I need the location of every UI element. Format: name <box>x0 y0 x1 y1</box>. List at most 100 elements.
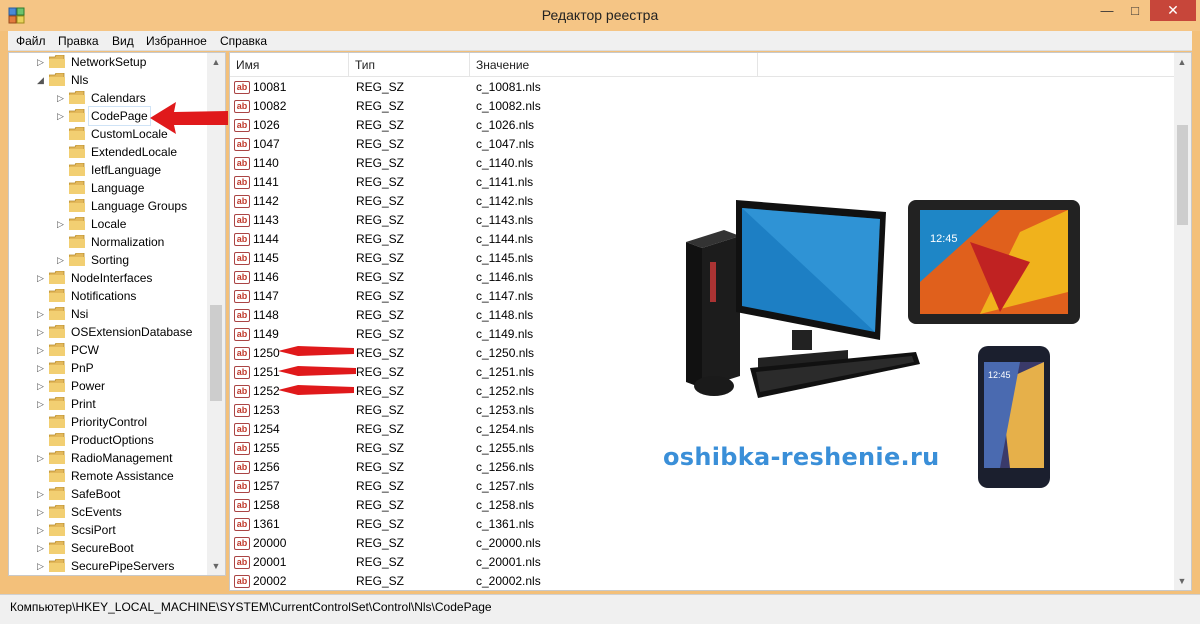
menu-file[interactable]: Файл <box>16 34 46 48</box>
cell-type: REG_SZ <box>356 403 405 417</box>
table-row[interactable]: ab 10082 REG_SZ c_10082.nls <box>230 97 1174 116</box>
table-row[interactable]: ab 1047 REG_SZ c_1047.nls <box>230 135 1174 154</box>
string-value-icon: ab <box>234 480 250 493</box>
tree-expander-icon[interactable]: ▷ <box>57 89 67 107</box>
scroll-up-arrow-icon[interactable]: ▲ <box>208 54 224 70</box>
scroll-up-arrow-icon[interactable]: ▲ <box>1174 54 1190 70</box>
tree-item[interactable]: ▷ NetworkSetup <box>37 53 205 71</box>
maximize-button[interactable]: □ <box>1122 0 1148 21</box>
table-row[interactable]: ab 1361 REG_SZ c_1361.nls <box>230 515 1174 534</box>
tree-expander-icon[interactable]: ▷ <box>37 323 47 341</box>
tree-item[interactable]: ▷ Power <box>37 377 205 395</box>
table-row[interactable]: ab 20001 REG_SZ c_20001.nls <box>230 553 1174 572</box>
folder-icon <box>69 235 85 248</box>
table-row[interactable]: ab 1140 REG_SZ c_1140.nls <box>230 154 1174 173</box>
tree-item-label: SecurePipeServers <box>71 559 175 573</box>
menu-view[interactable]: Вид <box>112 34 134 48</box>
table-row[interactable]: ab 1026 REG_SZ c_1026.nls <box>230 116 1174 135</box>
tree-item[interactable]: ▷ Nsi <box>37 305 205 323</box>
tree-item[interactable]: ▷ OSExtensionDatabase <box>37 323 205 341</box>
folder-icon <box>49 415 65 428</box>
list-scroll-thumb[interactable] <box>1177 125 1188 225</box>
tree-item[interactable]: Normalization <box>57 233 205 251</box>
tree-item[interactable]: ▷ PCW <box>37 341 205 359</box>
table-row[interactable]: ab 20000 REG_SZ c_20000.nls <box>230 534 1174 553</box>
tree-item-label: Notifications <box>71 289 137 303</box>
cell-type: REG_SZ <box>356 498 405 512</box>
table-row[interactable]: ab 1258 REG_SZ c_1258.nls <box>230 496 1174 515</box>
tree-expander-icon[interactable]: ▷ <box>37 395 47 413</box>
tree-expander-icon[interactable]: ▷ <box>37 377 47 395</box>
table-row[interactable]: ab 20002 REG_SZ c_20002.nls <box>230 572 1174 590</box>
tree-expander-icon[interactable]: ▷ <box>37 503 47 521</box>
tree-item[interactable]: ▷ Print <box>37 395 205 413</box>
string-value-icon: ab <box>234 404 250 417</box>
tree-item[interactable]: ProductOptions <box>37 431 205 449</box>
tree-item[interactable]: ▷ PnP <box>37 359 205 377</box>
string-value-icon: ab <box>234 537 250 550</box>
minimize-button[interactable]: — <box>1094 0 1120 21</box>
tree-expander-icon[interactable]: ▷ <box>37 341 47 359</box>
svg-text:12:45: 12:45 <box>988 370 1011 380</box>
tree-expander-icon[interactable]: ▷ <box>37 521 47 539</box>
tree-expander-icon[interactable]: ▷ <box>37 269 47 287</box>
tree-expander-icon[interactable]: ▷ <box>37 449 47 467</box>
tree-item[interactable]: ▷ Locale <box>57 215 205 233</box>
table-row[interactable]: ab 10081 REG_SZ c_10081.nls <box>230 78 1174 97</box>
tree-expander-icon[interactable]: ▷ <box>37 53 47 71</box>
cell-name: 1148 <box>253 308 279 322</box>
folder-icon <box>49 379 65 392</box>
tree-item[interactable]: ▷ ScEvents <box>37 503 205 521</box>
tree-item[interactable]: ◢ Nls <box>37 71 205 89</box>
tree-item[interactable]: Language <box>57 179 205 197</box>
menu-favorites[interactable]: Избранное <box>146 34 207 48</box>
folder-icon <box>69 127 85 140</box>
tree-item-label: Calendars <box>91 91 146 105</box>
tree-item[interactable]: ▷ SafeBoot <box>37 485 205 503</box>
table-row[interactable]: ab 1141 REG_SZ c_1141.nls <box>230 173 1174 192</box>
cell-type: REG_SZ <box>356 308 405 322</box>
cell-value: c_1254.nls <box>476 422 535 436</box>
tree-scroll-thumb[interactable] <box>210 305 222 401</box>
tree-expander-icon[interactable]: ◢ <box>37 71 47 89</box>
scroll-down-arrow-icon[interactable]: ▼ <box>1174 573 1190 589</box>
tree-expander-icon[interactable]: ▷ <box>37 305 47 323</box>
list-vertical-scrollbar[interactable]: ▲ ▼ <box>1174 53 1191 590</box>
tree-expander-icon[interactable]: ▷ <box>57 215 67 233</box>
folder-icon <box>49 523 65 536</box>
string-value-icon: ab <box>234 518 250 531</box>
tree-expander-icon[interactable]: ▷ <box>37 557 47 575</box>
folder-icon <box>69 217 85 230</box>
tree-item[interactable]: ExtendedLocale <box>57 143 205 161</box>
close-button[interactable]: ✕ <box>1150 0 1196 21</box>
tree-expander-icon[interactable]: ▷ <box>57 107 67 125</box>
tree-expander-icon[interactable]: ▷ <box>37 359 47 377</box>
tree-item[interactable]: ▷ ScsiPort <box>37 521 205 539</box>
tree-item[interactable]: Notifications <box>37 287 205 305</box>
cell-value: c_1146.nls <box>476 270 534 284</box>
tree-expander-icon[interactable]: ▷ <box>37 485 47 503</box>
column-header-value[interactable]: Значение <box>470 53 758 77</box>
column-header-type[interactable]: Тип <box>349 53 470 77</box>
string-value-icon: ab <box>234 252 250 265</box>
tree-item[interactable]: Remote Assistance <box>37 467 205 485</box>
tree-item[interactable]: ▷ SecurePipeServers <box>37 557 205 575</box>
tree-item[interactable]: IetfLanguage <box>57 161 205 179</box>
menu-edit[interactable]: Правка <box>58 34 99 48</box>
tree-expander-icon[interactable]: ▷ <box>37 539 47 557</box>
tree-item[interactable]: ▷ Sorting <box>57 251 205 269</box>
tree-item-label: Sorting <box>91 253 130 267</box>
cell-value: c_1253.nls <box>476 403 535 417</box>
tree-item-label: OSExtensionDatabase <box>71 325 193 339</box>
tree-item[interactable]: Language Groups <box>57 197 205 215</box>
scroll-down-arrow-icon[interactable]: ▼ <box>208 558 224 574</box>
tree-item[interactable]: PriorityControl <box>37 413 205 431</box>
column-header-name[interactable]: Имя <box>230 53 349 77</box>
tree-item[interactable]: ▷ NodeInterfaces <box>37 269 205 287</box>
menu-help[interactable]: Справка <box>220 34 267 48</box>
tree-item[interactable]: ▷ SecureBoot <box>37 539 205 557</box>
string-value-icon: ab <box>234 233 250 246</box>
pc-tower-icon <box>686 230 740 388</box>
tree-expander-icon[interactable]: ▷ <box>57 251 67 269</box>
tree-item[interactable]: ▷ RadioManagement <box>37 449 205 467</box>
